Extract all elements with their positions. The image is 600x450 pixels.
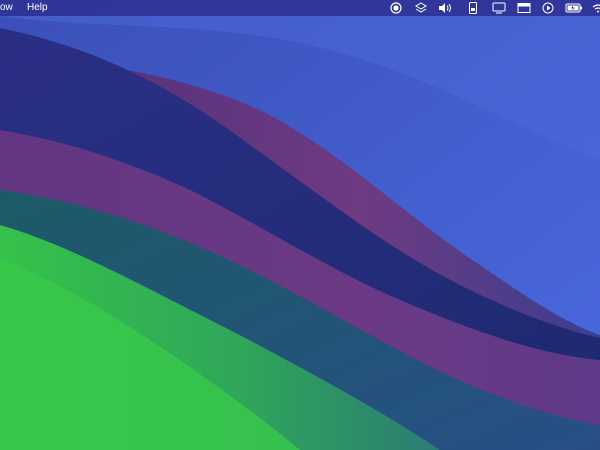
record-icon[interactable] (390, 2, 402, 14)
menu-help[interactable]: Help (27, 0, 48, 16)
layers-icon[interactable] (415, 2, 427, 14)
menu-bar: ow Help (0, 0, 600, 16)
play-icon[interactable] (542, 2, 554, 14)
battery-icon (565, 2, 583, 14)
volume-icon[interactable] (438, 2, 454, 14)
menu-window[interactable]: ow (0, 0, 13, 16)
wifi-icon[interactable] (592, 2, 600, 14)
screen-mirroring-icon[interactable] (492, 2, 506, 14)
display-icon[interactable] (468, 2, 478, 14)
desktop: ow Help (0, 0, 600, 450)
window-icon[interactable] (517, 2, 531, 14)
desktop-wallpaper (0, 0, 600, 450)
